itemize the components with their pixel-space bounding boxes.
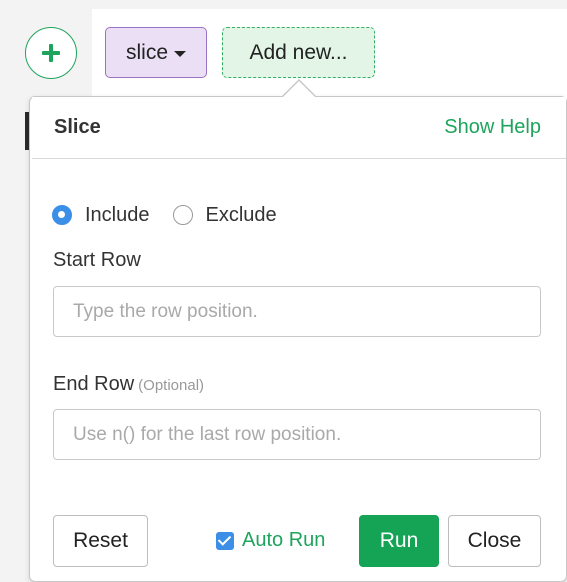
reset-button[interactable]: Reset [53,515,148,567]
exclude-radio[interactable] [172,205,193,225]
popover-pointer [283,81,315,97]
start-row-label-text: Start Row [53,249,141,271]
auto-run-label: Auto Run [242,529,326,551]
auto-run-toggle[interactable]: Auto Run [216,529,325,552]
close-button-label: Close [467,529,522,552]
end-row-label: End Row (Optional) [53,373,204,396]
optional-hint: (Optional) [138,377,205,394]
exclude-option[interactable]: Exclude [172,203,277,227]
plus-icon [40,42,62,64]
include-radio[interactable] [52,205,72,225]
start-row-label: Start Row [53,249,141,272]
end-row-label-text: End Row [53,373,135,395]
include-label: Include [85,203,150,226]
popover-title: Slice [54,116,101,138]
close-button[interactable]: Close [448,515,541,567]
start-row-input[interactable] [53,286,541,337]
caret-down-icon [174,50,186,57]
add-step-button[interactable] [25,27,77,79]
show-help-link[interactable]: Show Help [444,116,541,139]
slice-chip-label: slice [125,40,168,64]
include-option[interactable]: Include [52,204,150,227]
add-new-label: Add new... [249,40,348,64]
popover-header: Slice Show Help [32,97,566,159]
exclude-label: Exclude [205,203,277,226]
run-button[interactable]: Run [359,515,439,567]
run-button-label: Run [379,529,419,552]
end-row-input[interactable] [53,409,541,460]
slice-popover [29,96,567,582]
reset-button-label: Reset [73,529,128,552]
auto-run-checkbox[interactable] [216,531,234,550]
add-new-chip[interactable]: Add new... [222,27,375,78]
include-exclude-group: Include Exclude [52,202,300,228]
slice-step-chip[interactable]: slice [105,27,207,78]
